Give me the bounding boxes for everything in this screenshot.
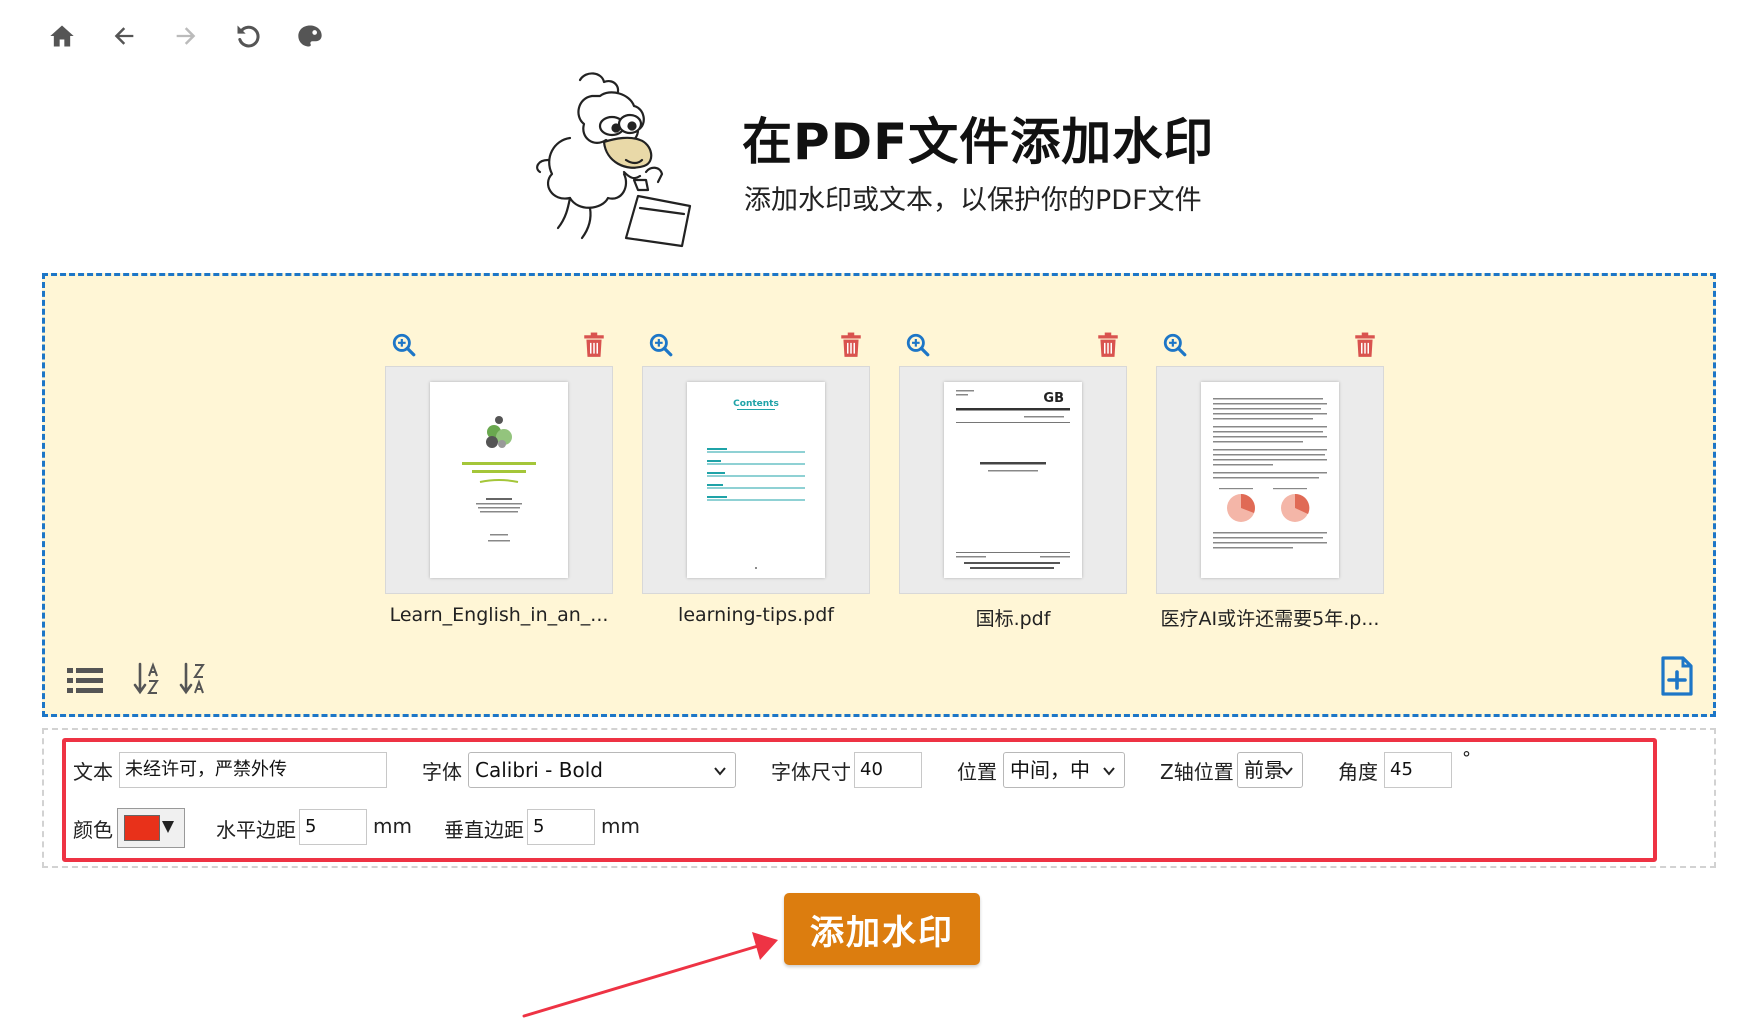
pointer-arrow-annotation: [522, 932, 778, 1018]
sort-ascending-icon[interactable]: [133, 662, 163, 696]
pdf-page-thumbnail: GB: [944, 382, 1082, 578]
color-picker[interactable]: [117, 808, 185, 848]
home-button[interactable]: [46, 20, 78, 52]
horizontal-margin-input[interactable]: 5: [299, 809, 367, 845]
forward-button[interactable]: [170, 20, 202, 52]
angle-input[interactable]: 45: [1384, 752, 1452, 788]
color-label: 颜色: [73, 818, 113, 842]
font-select[interactable]: Calibri - Bold: [468, 752, 736, 788]
svg-text:GB: GB: [1043, 391, 1064, 406]
page-subtitle: 添加水印或文本，以保护你的PDF文件: [744, 185, 1202, 216]
file-thumbnail[interactable]: Contents: [642, 366, 870, 594]
file-card[interactable]: GB 国标.pdf: [899, 324, 1127, 631]
contents-page: Contents: [707, 399, 805, 569]
file-actions: [642, 324, 870, 366]
color-swatch: [124, 815, 160, 841]
position-select-value: 中间，中: [1010, 758, 1090, 782]
trash-icon[interactable]: [583, 332, 605, 358]
palette-icon: [298, 25, 322, 47]
angle-label: 角度: [1338, 760, 1378, 784]
theme-button[interactable]: [294, 20, 326, 52]
top-navigation: [46, 20, 356, 52]
home-icon: [50, 25, 74, 47]
trash-icon[interactable]: [1354, 332, 1376, 358]
file-name: learning-tips.pdf: [678, 604, 834, 626]
back-arrow-icon: [114, 27, 134, 45]
forward-arrow-icon: [176, 27, 196, 45]
font-label: 字体: [422, 760, 462, 784]
svg-text:Contents: Contents: [733, 399, 779, 409]
file-list: Learn_English_in_an_... Contents learnin…: [385, 324, 1413, 631]
vertical-margin-label: 垂直边距: [444, 818, 524, 842]
font-size-label: 字体尺寸: [771, 760, 851, 784]
reload-icon: [237, 25, 260, 48]
file-name: Learn_English_in_an_...: [389, 604, 609, 626]
chevron-down-icon: [1281, 767, 1293, 776]
file-card[interactable]: Contents learning-tips.pdf: [642, 324, 870, 631]
sheep-mascot-logo: [536, 72, 692, 248]
page-header: 在PDF文件添加水印 添加水印或文本，以保护你的PDF文件: [530, 68, 1250, 248]
standard-page: GB: [956, 390, 1070, 569]
watermark-options: 文本 未经许可，严禁外传 字体 Calibri - Bold 字体尺寸 40 位…: [62, 738, 1657, 862]
page-title: 在PDF文件添加水印: [742, 113, 1215, 171]
add-watermark-button[interactable]: 添加水印: [784, 893, 980, 965]
file-name: 国标.pdf: [975, 608, 1051, 630]
text-label: 文本: [73, 760, 113, 784]
cover-illustration: [462, 416, 536, 542]
file-dropzone[interactable]: Learn_English_in_an_... Contents learnin…: [42, 273, 1716, 717]
file-card[interactable]: 医疗AI或许还需要5年.p...: [1156, 324, 1384, 631]
add-file-icon[interactable]: [1659, 656, 1695, 696]
back-button[interactable]: [108, 20, 140, 52]
watermark-text-input[interactable]: 未经许可，严禁外传: [119, 752, 387, 788]
pdf-page-thumbnail: [430, 382, 568, 578]
zoom-in-icon[interactable]: [905, 332, 931, 358]
angle-unit: °: [1462, 748, 1471, 769]
file-thumbnail[interactable]: [385, 366, 613, 594]
font-select-value: Calibri - Bold: [475, 758, 603, 782]
pdf-page-thumbnail: Contents: [687, 382, 825, 578]
chevron-down-icon: [1103, 767, 1115, 776]
position-select[interactable]: 中间，中: [1003, 752, 1125, 788]
file-card[interactable]: Learn_English_in_an_...: [385, 324, 613, 631]
reload-button[interactable]: [232, 20, 264, 52]
zoom-in-icon[interactable]: [648, 332, 674, 358]
file-thumbnail[interactable]: [1156, 366, 1384, 594]
horizontal-margin-label: 水平边距: [216, 818, 296, 842]
position-label: 位置: [957, 760, 997, 784]
zoom-in-icon[interactable]: [391, 332, 417, 358]
sort-descending-icon[interactable]: [179, 662, 209, 696]
trash-icon[interactable]: [840, 332, 862, 358]
pdf-page-thumbnail: [1201, 382, 1339, 578]
file-actions: [1156, 324, 1384, 366]
font-size-input[interactable]: 40: [854, 752, 922, 788]
article-page: [1213, 398, 1327, 549]
vertical-margin-input[interactable]: 5: [527, 809, 595, 845]
trash-icon[interactable]: [1097, 332, 1119, 358]
vertical-margin-unit: mm: [601, 814, 640, 838]
z-position-label: Z轴位置: [1160, 760, 1234, 784]
file-actions: [385, 324, 613, 366]
z-position-select[interactable]: 前景: [1237, 752, 1303, 788]
file-thumbnail[interactable]: GB: [899, 366, 1127, 594]
zoom-in-icon[interactable]: [1162, 332, 1188, 358]
chevron-down-icon: [714, 767, 726, 776]
dropdown-arrow-icon: [162, 821, 174, 833]
horizontal-margin-unit: mm: [373, 814, 412, 838]
file-actions: [899, 324, 1127, 366]
list-view-icon[interactable]: [67, 666, 103, 696]
z-position-select-value: 前景: [1244, 758, 1284, 782]
file-name: 医疗AI或许还需要5年.p...: [1160, 608, 1380, 630]
